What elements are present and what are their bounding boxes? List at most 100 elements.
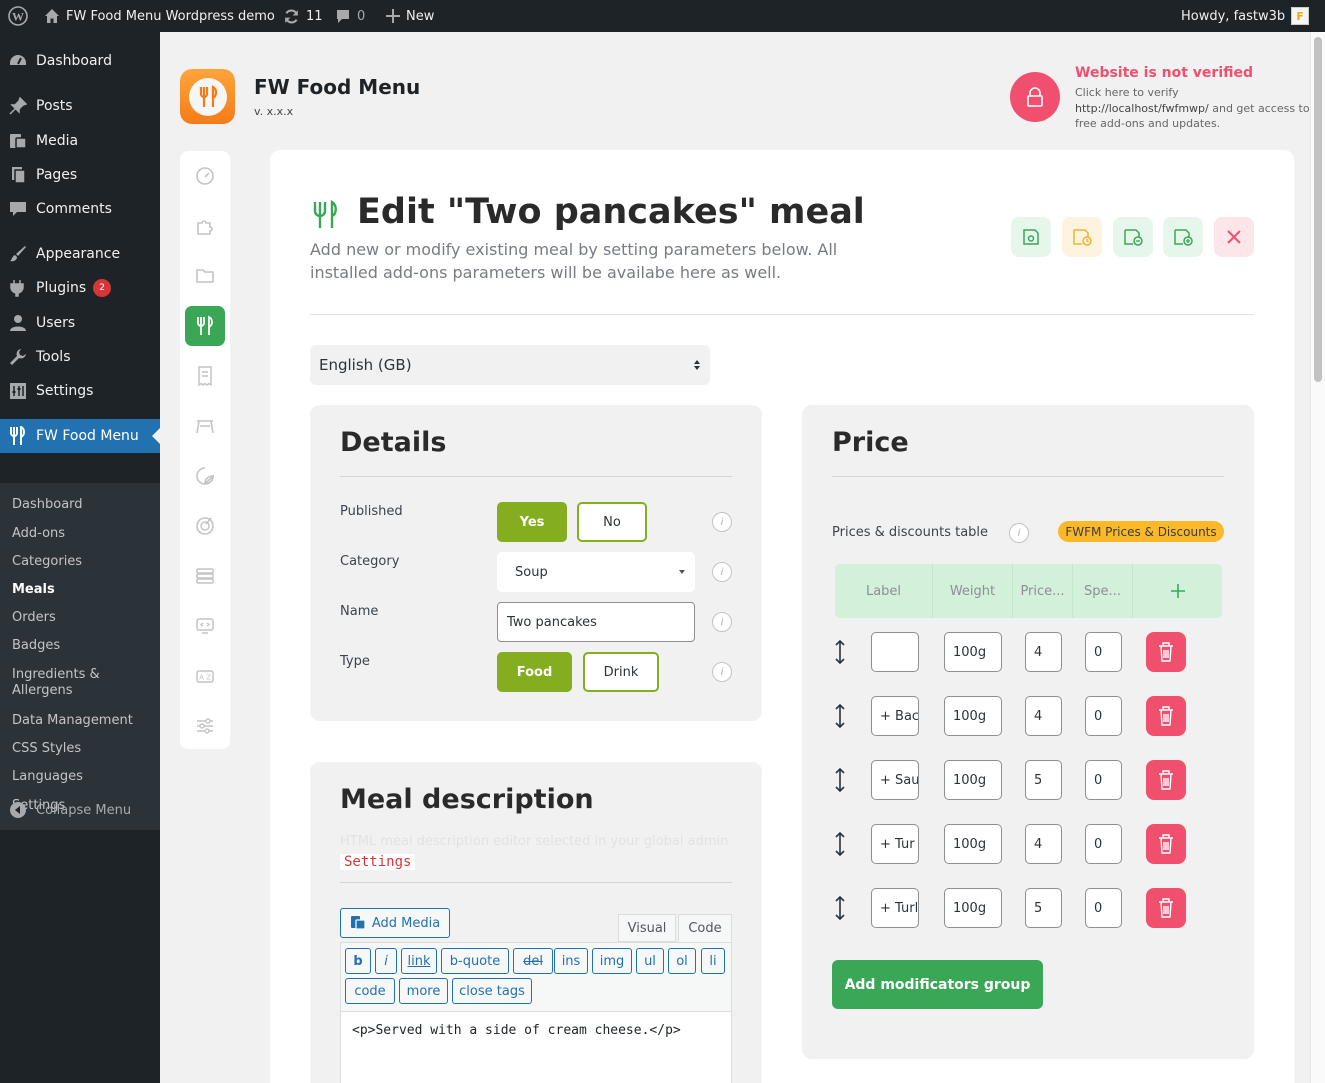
qt-li-button[interactable]: li — [701, 948, 725, 974]
published-no-button[interactable]: No — [577, 502, 647, 542]
published-info-icon[interactable]: i — [712, 512, 732, 532]
prices-info-icon[interactable]: i — [1009, 523, 1029, 543]
row-label-input[interactable]: + Sau — [871, 760, 919, 800]
qt-bold-button[interactable]: b — [345, 948, 371, 974]
drag-handle-icon[interactable] — [835, 760, 845, 800]
tab-visual[interactable]: Visual — [618, 914, 676, 942]
add-row-button[interactable] — [1133, 564, 1222, 618]
description-textarea[interactable]: <p>Served with a side of cream cheese.</… — [340, 1011, 732, 1083]
add-media-button[interactable]: Add Media — [340, 908, 450, 938]
row-label-input[interactable]: + Bac — [871, 696, 919, 736]
drag-handle-icon[interactable] — [835, 632, 845, 672]
collapse-menu-button[interactable]: Collapse Menu — [0, 793, 160, 827]
name-input[interactable]: Two pancakes — [497, 602, 695, 642]
tab-code[interactable]: Code — [678, 914, 732, 942]
name-info-icon[interactable]: i — [712, 612, 732, 632]
delete-row-button[interactable] — [1146, 888, 1186, 928]
category-select[interactable]: Soup — [497, 552, 695, 592]
menu-dashboard[interactable]: Dashboard — [0, 44, 160, 78]
scrollbar-thumb[interactable] — [1314, 37, 1322, 382]
submenu-css-styles[interactable]: CSS Styles — [12, 741, 81, 757]
submenu-categories[interactable]: Categories — [12, 554, 82, 570]
row-special-input[interactable]: 0 — [1085, 888, 1122, 928]
menu-media[interactable]: Media — [0, 124, 160, 158]
menu-tools[interactable]: Tools — [0, 340, 160, 374]
qt-close-tags-button[interactable]: close tags — [452, 978, 532, 1004]
add-modificators-group-button[interactable]: Add modificators group — [832, 960, 1043, 1009]
row-special-input[interactable]: 0 — [1085, 696, 1122, 736]
qt-ol-button[interactable]: ol — [668, 948, 696, 974]
type-drink-button[interactable]: Drink — [583, 652, 659, 692]
delete-row-button[interactable] — [1146, 824, 1186, 864]
category-info-icon[interactable]: i — [712, 562, 732, 582]
submenu-dashboard[interactable]: Dashboard — [12, 497, 83, 513]
nav-data-database-icon[interactable] — [185, 556, 225, 596]
nav-dashboard-gauge-icon[interactable] — [185, 156, 225, 196]
comments-link[interactable]: 0 — [335, 0, 365, 32]
qt-del-button[interactable]: del — [513, 948, 553, 974]
row-weight-input[interactable]: 100g — [944, 760, 1002, 800]
nav-orders-receipt-icon[interactable] — [185, 356, 225, 396]
menu-plugins[interactable]: Plugins 2 — [0, 271, 160, 305]
menu-pages[interactable]: Pages — [0, 158, 160, 192]
row-weight-input[interactable]: 100g — [944, 824, 1002, 864]
qt-bquote-button[interactable]: b-quote — [441, 948, 509, 974]
row-weight-input[interactable]: 100g — [944, 696, 1002, 736]
menu-settings[interactable]: Settings — [0, 374, 160, 408]
new-content-link[interactable]: New — [386, 0, 434, 32]
row-price-input[interactable]: 5 — [1025, 760, 1062, 800]
verify-title[interactable]: Website is not verified — [1075, 65, 1253, 81]
delete-row-button[interactable] — [1146, 696, 1186, 736]
save-and-new-button[interactable] — [1163, 217, 1203, 257]
row-label-input[interactable] — [871, 632, 919, 672]
settings-code-link[interactable]: Settings — [340, 854, 416, 870]
nav-table-icon[interactable] — [185, 406, 225, 446]
nav-css-monitor-icon[interactable] — [185, 606, 225, 646]
qt-italic-button[interactable]: i — [375, 948, 397, 974]
row-price-input[interactable]: 4 — [1025, 632, 1062, 672]
menu-fw-food-menu[interactable]: FW Food Menu — [0, 419, 160, 453]
qt-code-button[interactable]: code — [345, 978, 395, 1004]
type-food-button[interactable]: Food — [497, 652, 572, 692]
type-info-icon[interactable]: i — [712, 662, 732, 682]
save-button[interactable] — [1011, 217, 1051, 257]
published-yes-button[interactable]: Yes — [497, 502, 567, 542]
row-special-input[interactable]: 0 — [1085, 632, 1122, 672]
verify-lock-button[interactable] — [1010, 72, 1060, 122]
submenu-ingredients-allergens[interactable]: Ingredients & Allergens — [12, 667, 132, 699]
row-price-input[interactable]: 4 — [1025, 824, 1062, 864]
row-special-input[interactable]: 0 — [1085, 760, 1122, 800]
menu-posts[interactable]: Posts — [0, 89, 160, 123]
submenu-badges[interactable]: Badges — [12, 638, 60, 654]
row-price-input[interactable]: 4 — [1025, 696, 1062, 736]
nav-languages-translate-icon[interactable]: AZ — [185, 656, 225, 696]
submenu-orders[interactable]: Orders — [12, 610, 56, 626]
close-button[interactable] — [1214, 217, 1254, 257]
row-price-input[interactable]: 5 — [1025, 888, 1062, 928]
drag-handle-icon[interactable] — [835, 824, 845, 864]
nav-ingredients-plate-icon[interactable] — [185, 506, 225, 546]
row-weight-input[interactable]: 100g — [944, 888, 1002, 928]
qt-more-button[interactable]: more — [399, 978, 448, 1004]
menu-appearance[interactable]: Appearance — [0, 237, 160, 271]
language-select[interactable]: English (GB) — [310, 345, 710, 385]
wordpress-logo-icon[interactable]: W — [8, 0, 28, 32]
verify-description[interactable]: Click here to verify http://localhost/fw… — [1075, 85, 1310, 132]
my-account-link[interactable]: Howdy, fastw3b F — [1181, 0, 1310, 32]
qt-ul-button[interactable]: ul — [636, 948, 664, 974]
nav-categories-folder-icon[interactable] — [185, 256, 225, 296]
qt-img-button[interactable]: img — [592, 948, 632, 974]
qt-link-button[interactable]: link — [401, 948, 437, 974]
save-and-list-button[interactable] — [1113, 217, 1153, 257]
row-label-input[interactable]: + Turl — [871, 888, 919, 928]
drag-handle-icon[interactable] — [835, 888, 845, 928]
submenu-data-management[interactable]: Data Management — [12, 713, 133, 729]
submenu-add-ons[interactable]: Add-ons — [12, 526, 65, 542]
qt-ins-button[interactable]: ins — [554, 948, 588, 974]
submenu-languages[interactable]: Languages — [12, 769, 83, 785]
delete-row-button[interactable] — [1146, 760, 1186, 800]
row-special-input[interactable]: 0 — [1085, 824, 1122, 864]
delete-row-button[interactable] — [1146, 632, 1186, 672]
drag-handle-icon[interactable] — [835, 696, 845, 736]
row-weight-input[interactable]: 100g — [944, 632, 1002, 672]
